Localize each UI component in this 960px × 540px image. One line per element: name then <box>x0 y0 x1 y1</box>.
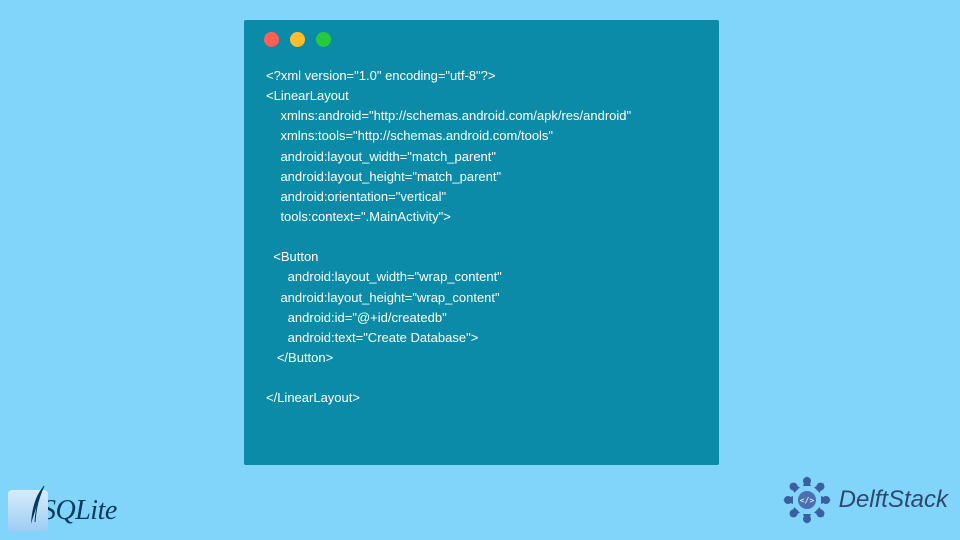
delftstack-text: DelftStack <box>839 486 948 514</box>
sqlite-box-icon <box>8 490 48 532</box>
sqlite-logo: SQLite <box>8 490 117 532</box>
code-bracket-icon: </> <box>799 496 814 505</box>
delftstack-badge-icon: </> <box>779 472 835 528</box>
window-titlebar <box>244 20 719 58</box>
code-window: <?xml version="1.0" encoding="utf-8"?> <… <box>244 20 719 465</box>
code-content: <?xml version="1.0" encoding="utf-8"?> <… <box>244 58 719 426</box>
delftstack-logo: </> DelftStack <box>779 472 948 528</box>
minimize-icon <box>290 32 305 47</box>
feather-icon <box>26 484 48 528</box>
maximize-icon <box>316 32 331 47</box>
close-icon <box>264 32 279 47</box>
sqlite-text: SQLite <box>42 495 117 527</box>
